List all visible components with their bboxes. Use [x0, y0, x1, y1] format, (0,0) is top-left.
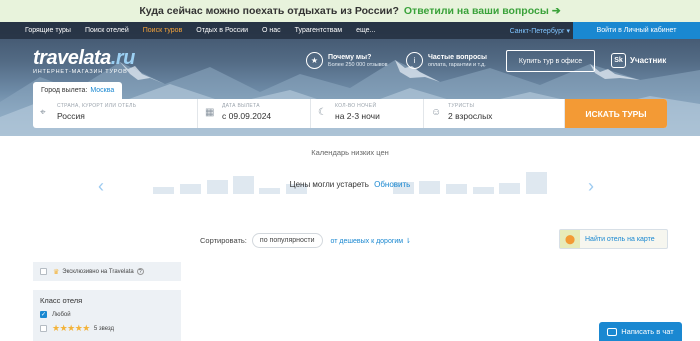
crown-icon: ♛	[53, 268, 60, 276]
find-hotel-on-map-button[interactable]: ⬤ Найти отель на карте	[559, 229, 668, 249]
info-icon: i	[406, 52, 423, 69]
hotel-class-title: Класс отеля	[40, 296, 83, 305]
search-tours-button[interactable]: ИСКАТЬ ТУРЫ	[565, 99, 667, 128]
map-pin-icon: ⬤	[560, 230, 580, 248]
checkbox[interactable]	[40, 325, 47, 332]
field-value: на 2-3 ночи	[335, 111, 380, 121]
nav-item-hotel-search[interactable]: Поиск отелей	[78, 27, 136, 34]
five-stars-label: 5 звезд	[93, 325, 115, 332]
feature-why-us[interactable]: ★ Почему мы? Более 250 000 отзывов	[306, 52, 388, 69]
skolkovo-icon: Sk	[611, 53, 626, 68]
hotel-class-any[interactable]: ✓ Любой	[40, 311, 174, 318]
feature-subtitle: Более 250 000 отзывов	[328, 61, 388, 68]
date-field[interactable]: ▦ ДАТА ВЫЛЕТА с 09.09.2024	[198, 99, 311, 128]
member-label: Участник	[630, 56, 667, 65]
user-icon: ☺	[431, 107, 442, 118]
field-label: СТРАНА, КУРОРТ ИЛИ ОТЕЛЬ	[57, 103, 137, 109]
departure-city-value[interactable]: Москва	[90, 87, 114, 94]
departure-city[interactable]: Город вылета: Москва	[33, 82, 123, 99]
five-stars-icon: ★★★★★	[52, 323, 90, 333]
city-selector[interactable]: Санкт-Петербург ▾	[510, 22, 570, 39]
chat-button[interactable]: Написать в чат	[599, 322, 682, 341]
feature-faq[interactable]: i Частые вопросы оплата, гарантии и т.д.	[406, 52, 487, 69]
nav-item-tour-search[interactable]: Поиск туров	[136, 27, 190, 34]
sort-popularity-button[interactable]: по популярности	[251, 233, 323, 248]
nav-item-russia[interactable]: Отдых в России	[189, 27, 255, 34]
field-label: ДАТА ВЫЛЕТА	[222, 103, 260, 109]
checkbox-checked[interactable]: ✓	[40, 311, 47, 318]
calendar-title: Календарь низких цен	[311, 148, 389, 157]
refresh-link[interactable]: Обновить	[374, 180, 410, 189]
logo-domain: .ru	[110, 47, 136, 69]
feature-title: Почему мы?	[328, 53, 372, 61]
buy-in-office-button[interactable]: Купить тур в офисе	[506, 50, 595, 72]
sort-label: Сортировать:	[200, 236, 247, 245]
member-link[interactable]: Sk Участник	[611, 53, 666, 68]
exclusive-filter[interactable]: ♛ Эксклюзивно на Travelata ?	[33, 262, 181, 281]
departure-label: Город вылета:	[41, 87, 88, 94]
chat-bubble-icon	[607, 327, 618, 336]
arrow-right-icon: ➔	[551, 5, 561, 17]
promo-banner[interactable]: Куда сейчас можно поехать отдыхать из Ро…	[0, 0, 700, 22]
pin-icon: ⌖	[40, 107, 46, 118]
calendar-icon: ▦	[205, 107, 215, 118]
stale-text: Цены могли устареть	[289, 180, 369, 189]
promo-link[interactable]: Ответили на ваши вопросы	[404, 5, 549, 17]
sort-price-label: от дешевых к дорогим	[330, 237, 404, 245]
nav-item-hot-tours[interactable]: Горящие туры	[0, 27, 78, 34]
nav-item-more[interactable]: еще...	[349, 27, 382, 34]
destination-field[interactable]: ⌖ СТРАНА, КУРОРТ ИЛИ ОТЕЛЬ Россия	[33, 99, 198, 128]
sort-ascending-icon: ⇂	[405, 237, 411, 245]
tourists-field[interactable]: ☺ ТУРИСТЫ 2 взрослых	[424, 99, 565, 128]
map-button-label: Найти отель на карте	[585, 235, 655, 243]
moon-icon: ☾	[318, 107, 327, 118]
any-label: Любой	[52, 311, 71, 318]
hotel-class-filter: Класс отеля ✓ Любой ★★★★★ 5 звезд	[33, 290, 181, 341]
nav-item-agencies[interactable]: Турагентствам	[288, 27, 349, 34]
field-value: Россия	[57, 111, 85, 121]
sort-bar: Сортировать: по популярности от дешевых …	[200, 233, 411, 248]
sort-price-link[interactable]: от дешевых к дорогим ⇂	[331, 237, 411, 245]
exclusive-label: Эксклюзивно на Travelata	[62, 268, 134, 275]
field-value: с 09.09.2024	[222, 111, 272, 121]
logo-text: travelata	[33, 47, 111, 69]
logo[interactable]: travelata.ru ИНТЕРНЕТ-МАГАЗИН ТУРОВ	[33, 48, 135, 75]
promo-text: Куда сейчас можно поехать отдыхать из Ро…	[139, 5, 399, 17]
search-form: ⌖ СТРАНА, КУРОРТ ИЛИ ОТЕЛЬ Россия ▦ ДАТА…	[33, 99, 667, 128]
feature-subtitle: оплата, гарантии и т.д.	[428, 61, 486, 68]
login-button[interactable]: Войти в Личный кабинет	[573, 22, 700, 39]
logo-tagline: ИНТЕРНЕТ-МАГАЗИН ТУРОВ	[33, 69, 128, 75]
help-icon[interactable]: ?	[136, 268, 144, 275]
nav-item-about[interactable]: О нас	[255, 27, 288, 34]
exclusive-checkbox[interactable]	[40, 268, 47, 275]
chat-label: Написать в чат	[621, 327, 674, 336]
hotel-class-five-stars[interactable]: ★★★★★ 5 звезд	[40, 323, 174, 334]
star-badge-icon: ★	[306, 52, 323, 69]
nights-field[interactable]: ☾ КОЛ-ВО НОЧЕЙ на 2-3 ночи	[311, 99, 424, 128]
field-label: КОЛ-ВО НОЧЕЙ	[335, 103, 377, 109]
field-label: ТУРИСТЫ	[448, 103, 475, 109]
hero-section: Горящие туры Поиск отелей Поиск туров От…	[0, 22, 700, 136]
field-value: 2 взрослых	[448, 111, 493, 121]
feature-title: Частые вопросы	[428, 53, 487, 61]
prices-stale-notice: Цены могли устареть Обновить	[0, 180, 700, 189]
